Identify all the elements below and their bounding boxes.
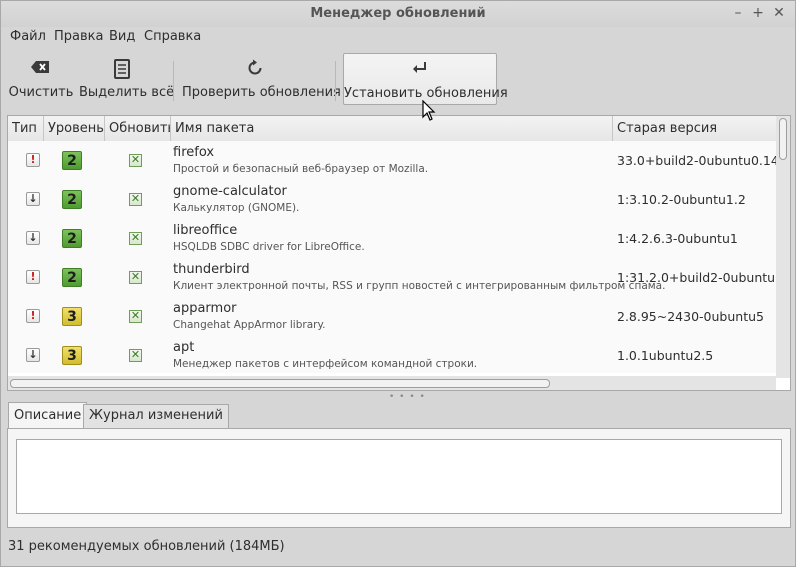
package-update-icon: ↓ xyxy=(26,231,40,245)
enter-icon xyxy=(344,60,496,82)
install-button[interactable]: Установить обновления xyxy=(343,53,508,105)
old-version: 33.0+build2-0ubuntu0.14.04. xyxy=(617,153,776,168)
old-version: 1.0.1ubuntu2.5 xyxy=(617,348,714,363)
minimize-icon[interactable]: – xyxy=(730,5,746,21)
package-description: Клиент электронной почты, RSS и групп но… xyxy=(173,280,666,292)
menu-bar: Файл Правка Вид Справка xyxy=(1,27,795,47)
menu-view[interactable]: Вид xyxy=(109,29,135,44)
package-description: Changehat AppArmor library. xyxy=(173,319,326,331)
package-name: gnome-calculator xyxy=(173,184,287,199)
level-badge: 3 xyxy=(62,346,82,365)
horizontal-scrollbar[interactable] xyxy=(8,376,776,390)
mouse-pointer-icon xyxy=(422,100,436,121)
level-badge: 2 xyxy=(62,151,82,170)
select-all-icon xyxy=(79,59,165,81)
package-update-icon: ↓ xyxy=(26,348,40,362)
old-version: 1:4.2.6.3-0ubuntu1 xyxy=(617,231,738,246)
package-description: HSQLDB SDBC driver for LibreOffice. xyxy=(173,241,365,253)
update-checkbox[interactable]: ✕ xyxy=(129,192,142,206)
list-item[interactable]: ↓ 2 ✕ libreoffice HSQLDB SDBC driver for… xyxy=(8,219,776,258)
update-checkbox[interactable]: ✕ xyxy=(129,270,142,284)
column-package-name[interactable]: Имя пакета xyxy=(171,116,613,141)
description-text-area[interactable] xyxy=(16,439,782,514)
refresh-icon xyxy=(182,59,328,81)
title-bar[interactable]: Менеджер обновлений – + ✕ xyxy=(1,1,795,27)
security-update-icon: ! xyxy=(26,309,40,323)
close-icon[interactable]: ✕ xyxy=(771,5,787,21)
list-item[interactable]: ! 2 ✕ thunderbird Клиент электронной поч… xyxy=(8,258,776,297)
clear-button[interactable]: Очистить xyxy=(7,53,75,105)
package-update-icon: ↓ xyxy=(26,192,40,206)
update-checkbox[interactable]: ✕ xyxy=(129,153,142,167)
update-checkbox[interactable]: ✕ xyxy=(129,231,142,245)
package-name: apt xyxy=(173,340,195,355)
pane-resize-handle[interactable]: • • • • xyxy=(389,392,426,402)
list-item[interactable]: ! 2 ✕ firefox Простой и безопасный веб-б… xyxy=(8,141,776,180)
column-level[interactable]: Уровень xyxy=(44,116,105,141)
scrollbar-thumb[interactable] xyxy=(779,118,787,160)
vertical-scrollbar[interactable] xyxy=(776,116,790,378)
level-badge: 2 xyxy=(62,268,82,287)
scrollbar-thumb[interactable] xyxy=(10,379,550,388)
package-name: apparmor xyxy=(173,301,237,316)
level-badge: 2 xyxy=(62,190,82,209)
menu-edit[interactable]: Правка xyxy=(54,29,103,44)
level-badge: 2 xyxy=(62,229,82,248)
update-checkbox[interactable]: ✕ xyxy=(129,348,142,362)
package-description: Калькулятор (GNOME). xyxy=(173,202,300,214)
window-title: Менеджер обновлений xyxy=(310,6,486,21)
select-all-button[interactable]: Выделить всё xyxy=(79,53,174,105)
tab-description[interactable]: Описание xyxy=(8,402,88,430)
menu-file[interactable]: Файл xyxy=(10,29,46,44)
list-rows: ! 2 ✕ firefox Простой и безопасный веб-б… xyxy=(8,141,776,373)
status-text: 31 рекомендуемых обновлений (184МБ) xyxy=(8,539,285,554)
menu-help[interactable]: Справка xyxy=(144,29,201,44)
list-item[interactable]: ! 3 ✕ apparmor Changehat AppArmor librar… xyxy=(8,297,776,336)
old-version: 1:31.2.0+build2-0ubuntu0.14 xyxy=(617,270,776,285)
package-name: libreoffice xyxy=(173,223,238,238)
refresh-button[interactable]: Проверить обновления xyxy=(182,53,341,105)
toolbar: Очистить Выделить всё Проверить обновлен… xyxy=(1,49,795,109)
security-update-icon: ! xyxy=(26,153,40,167)
list-item[interactable]: ↓ 2 ✕ gnome-calculator Калькулятор (GNOM… xyxy=(8,180,776,219)
old-version: 1:3.10.2-0ubuntu1.2 xyxy=(617,192,746,207)
list-header: Тип Уровень Обновить Имя пакета Старая в… xyxy=(8,116,776,142)
column-old-version[interactable]: Старая версия xyxy=(613,116,776,141)
maximize-icon[interactable]: + xyxy=(750,5,766,21)
toolbar-separator xyxy=(173,61,174,101)
toolbar-separator xyxy=(335,61,336,101)
package-name: firefox xyxy=(173,145,215,160)
tab-panel xyxy=(7,428,791,528)
list-item[interactable]: ↓ 3 ✕ apt Менеджер пакетов с интерфейсом… xyxy=(8,336,776,373)
column-type[interactable]: Тип xyxy=(8,116,44,141)
update-manager-window: Менеджер обновлений – + ✕ Файл Правка Ви… xyxy=(0,0,796,567)
backspace-icon xyxy=(7,59,75,81)
package-description: Простой и безопасный веб-браузер от Mozi… xyxy=(173,163,429,175)
old-version: 2.8.95~2430-0ubuntu5 xyxy=(617,309,764,324)
column-update[interactable]: Обновить xyxy=(105,116,171,141)
updates-list[interactable]: Тип Уровень Обновить Имя пакета Старая в… xyxy=(7,115,791,391)
level-badge: 3 xyxy=(62,307,82,326)
package-name: thunderbird xyxy=(173,262,250,277)
tab-changelog[interactable]: Журнал изменений xyxy=(83,404,229,428)
security-update-icon: ! xyxy=(26,270,40,284)
update-checkbox[interactable]: ✕ xyxy=(129,309,142,323)
package-description: Менеджер пакетов с интерфейсом командной… xyxy=(173,358,478,370)
